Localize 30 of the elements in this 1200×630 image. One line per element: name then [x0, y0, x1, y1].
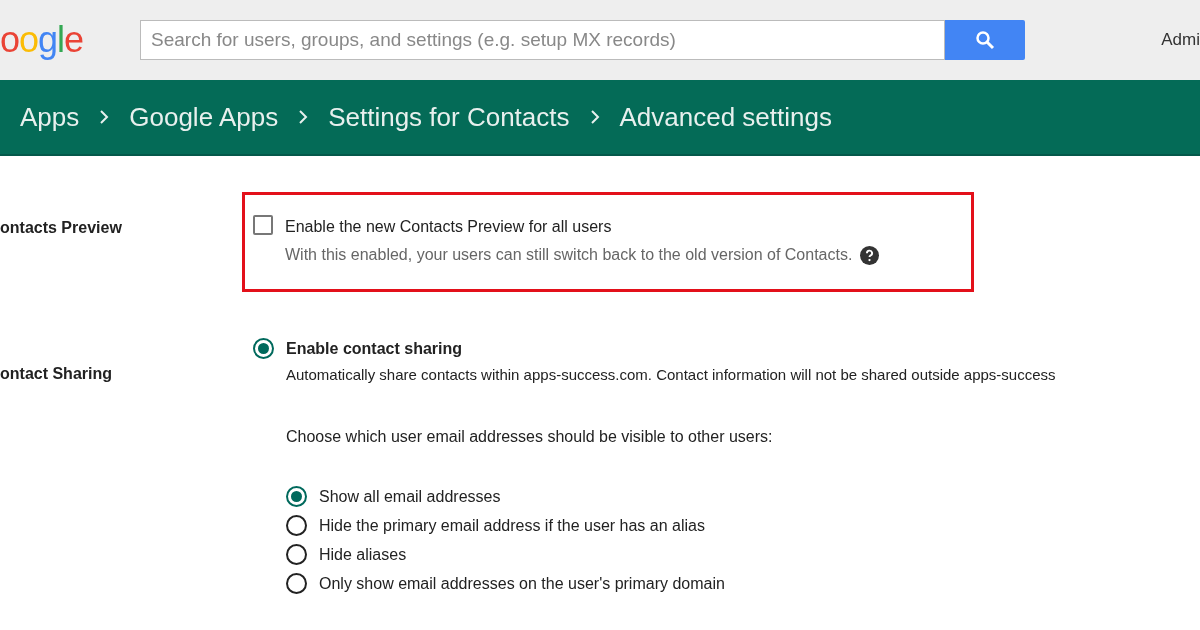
search-icon [975, 30, 995, 50]
breadcrumb-link[interactable]: Google Apps [129, 97, 279, 137]
checkbox[interactable] [253, 215, 273, 235]
search-button[interactable] [945, 20, 1025, 60]
account-link[interactable]: Admi [1161, 27, 1200, 53]
choice-label: Hide the primary email address if the user has an alias [319, 515, 705, 536]
breadcrumb-link[interactable]: Settings for Contacts [328, 97, 570, 137]
choice-label: Only show email addresses on the user's primary domain [319, 573, 725, 594]
chevron-right-icon [99, 109, 110, 125]
setting-label: ontact Sharing [0, 365, 112, 382]
search-field[interactable]: Search for users, groups, and settings (e.g. setup MX records) [140, 20, 945, 60]
radio-button[interactable] [286, 515, 307, 536]
breadcrumb-link[interactable]: Advanced settings [619, 97, 832, 137]
chevron-right-icon [589, 109, 600, 125]
breadcrumb-link[interactable]: Apps [20, 97, 80, 137]
radio-button[interactable] [286, 573, 307, 594]
option-label: Enable the new Contacts Preview for all users [285, 217, 613, 237]
option-description: Automatically share contacts within apps-success.com. Contact information will not be shared outside apps-success [286, 365, 1056, 385]
prompt-text: Choose which user email addresses should be visible to other users: [286, 426, 774, 447]
choice-label: Show all email addresses [319, 486, 501, 507]
chevron-right-icon [298, 109, 309, 125]
help-icon[interactable] [860, 245, 880, 265]
radio-selected[interactable] [286, 486, 307, 507]
radio-selected[interactable] [253, 338, 274, 359]
setting-label: ontacts Preview [0, 219, 122, 236]
choice-label: Hide aliases [319, 544, 407, 565]
logo: oogle [0, 22, 85, 58]
radio-button[interactable] [286, 544, 307, 565]
option-label: Enable contact sharing [286, 339, 464, 359]
option-description: With this enabled, your users can still switch back to the old version of Contacts. [285, 245, 853, 265]
